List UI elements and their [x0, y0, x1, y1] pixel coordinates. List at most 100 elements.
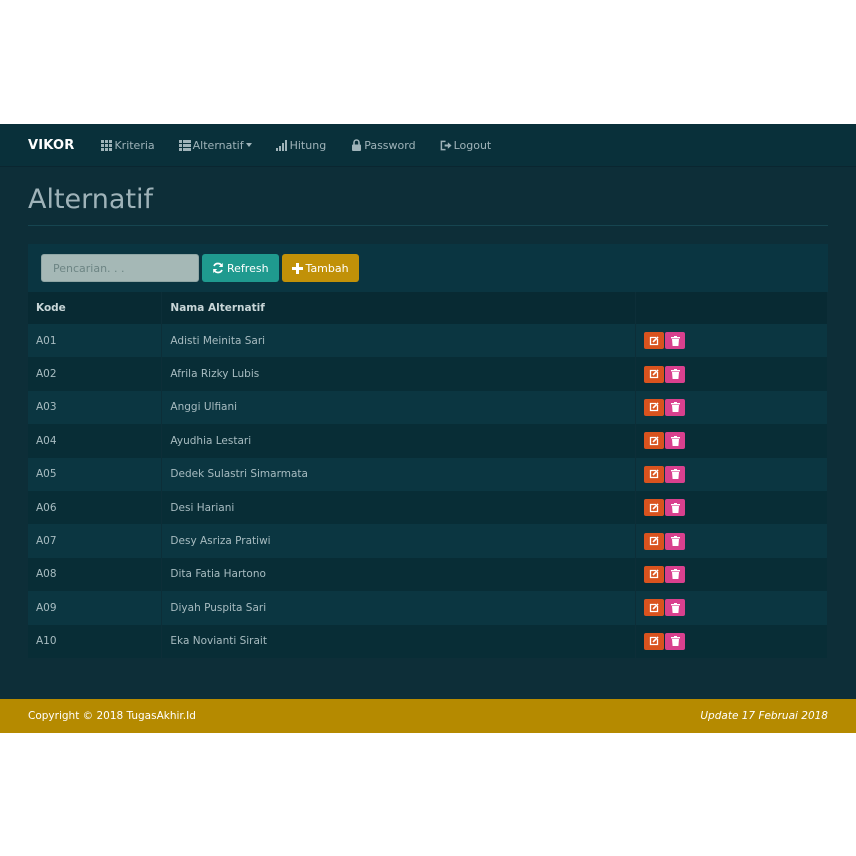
edit-icon [649, 503, 659, 512]
cell-actions [635, 490, 828, 525]
nav-item-label: Logout [453, 138, 492, 152]
plus-icon [291, 262, 303, 274]
nav-item-hitung[interactable]: Hitung [276, 138, 327, 152]
cell-kode: A04 [28, 424, 163, 458]
trash-icon [670, 435, 680, 446]
nav-item-alternatif[interactable]: Alternatif [178, 138, 252, 152]
edit-icon [649, 536, 659, 546]
trash-icon [670, 369, 680, 380]
cell-kode: A03 [28, 390, 163, 425]
navbar: VIKOR Kriteria Alternatif Hitung Passwor… [0, 124, 856, 167]
cell-kode: A08 [28, 557, 163, 592]
table-row: A01 Adisti Meinita Sari [28, 324, 828, 358]
cell-kode: A07 [28, 524, 163, 558]
delete-button[interactable] [665, 599, 686, 617]
search-input[interactable] [41, 254, 199, 282]
cell-actions [635, 591, 828, 625]
tambah-label: Tambah [305, 261, 349, 275]
edit-button[interactable] [644, 465, 665, 483]
refresh-icon [212, 262, 224, 274]
delete-button[interactable] [665, 499, 686, 517]
cell-nama: Dita Fatia Hartono [161, 557, 637, 592]
lock-icon [350, 139, 362, 151]
delete-button[interactable] [665, 565, 686, 583]
cell-nama: Desi Hariani [161, 490, 637, 525]
cell-nama: Dedek Sulastri Simarmata [161, 457, 637, 491]
delete-button[interactable] [665, 532, 686, 550]
nav-item-kriteria[interactable]: Kriteria [100, 138, 155, 152]
trash-icon [670, 602, 680, 613]
signal-icon [276, 139, 288, 151]
trash-icon [670, 469, 680, 480]
list-icon [178, 139, 191, 151]
grid-icon [100, 139, 112, 151]
edit-button[interactable] [644, 499, 665, 517]
tambah-button[interactable]: Tambah [281, 254, 359, 282]
footer: Copyright © 2018 TugasAkhir.Id Update 17… [0, 699, 856, 733]
brand-logo[interactable]: VIKOR [28, 138, 74, 153]
cell-actions [635, 390, 828, 425]
table-header-row: Kode Nama Alternatif [28, 292, 828, 324]
delete-button[interactable] [665, 465, 686, 483]
cell-kode: A02 [28, 357, 163, 391]
cell-kode: A05 [28, 457, 163, 491]
trash-icon [670, 502, 680, 513]
edit-button[interactable] [644, 599, 665, 617]
table-row: A09 Diyah Puspita Sari [28, 591, 828, 625]
edit-button[interactable] [644, 398, 665, 416]
trash-icon [670, 402, 680, 413]
table-row: A02 Afrila Rizky Lubis [28, 357, 828, 391]
delete-button[interactable] [665, 332, 686, 350]
table-row: A05 Dedek Sulastri Simarmata [28, 457, 828, 491]
cell-actions [635, 524, 828, 558]
header-nama-alternatif[interactable]: Nama Alternatif [161, 292, 637, 324]
header-aksi [635, 292, 828, 324]
chevron-down-icon [245, 143, 252, 147]
edit-icon [649, 569, 659, 579]
cell-nama: Eka Novianti Sirait [161, 624, 637, 658]
cell-kode: A06 [28, 490, 163, 525]
title-divider [28, 225, 828, 226]
app-window: VIKOR Kriteria Alternatif Hitung Passwor… [0, 124, 856, 733]
cell-actions [635, 357, 828, 391]
delete-button[interactable] [665, 365, 686, 383]
trash-icon [670, 569, 680, 580]
table-row: A03 Anggi Ulfiani [28, 390, 828, 425]
cell-actions [635, 624, 828, 658]
edit-button[interactable] [644, 432, 665, 450]
table-row: A07 Desy Asriza Pratiwi [28, 524, 828, 558]
cell-nama: Adisti Meinita Sari [161, 324, 637, 358]
cell-actions [635, 424, 828, 458]
cell-nama: Anggi Ulfiani [161, 390, 637, 425]
nav-item-label: Hitung [289, 138, 327, 152]
cell-nama: Ayudhia Lestari [161, 424, 637, 458]
edit-button[interactable] [644, 632, 665, 650]
copyright-text: Copyright © 2018 TugasAkhir.Id [28, 710, 196, 722]
trash-icon [670, 536, 680, 547]
delete-button[interactable] [665, 398, 686, 416]
edit-button[interactable] [644, 532, 665, 550]
alternatif-table: Kode Nama Alternatif A01 Adisti Meinita S… [28, 292, 828, 658]
cell-actions [635, 324, 828, 358]
table-row: A06 Desi Hariani [28, 490, 828, 525]
cell-actions [635, 457, 828, 491]
nav-item-label: Kriteria [114, 138, 155, 152]
delete-button[interactable] [665, 432, 686, 450]
table-row: A08 Dita Fatia Hartono [28, 557, 828, 592]
nav-item-password[interactable]: Password [350, 138, 416, 152]
table-row: A04 Ayudhia Lestari [28, 424, 828, 458]
edit-button[interactable] [644, 365, 665, 383]
edit-icon [649, 436, 659, 446]
edit-button[interactable] [644, 332, 665, 350]
refresh-button[interactable]: Refresh [202, 254, 279, 282]
nav-item-logout[interactable]: Logout [440, 138, 492, 152]
nav-item-label: Alternatif [192, 138, 244, 152]
refresh-label: Refresh [227, 261, 269, 275]
cell-kode: A01 [28, 324, 163, 358]
nav-item-label: Password [364, 138, 416, 152]
edit-button[interactable] [644, 565, 665, 583]
logout-icon [440, 139, 452, 151]
cell-actions [635, 557, 828, 592]
header-kode[interactable]: Kode [28, 292, 163, 324]
delete-button[interactable] [665, 632, 686, 650]
